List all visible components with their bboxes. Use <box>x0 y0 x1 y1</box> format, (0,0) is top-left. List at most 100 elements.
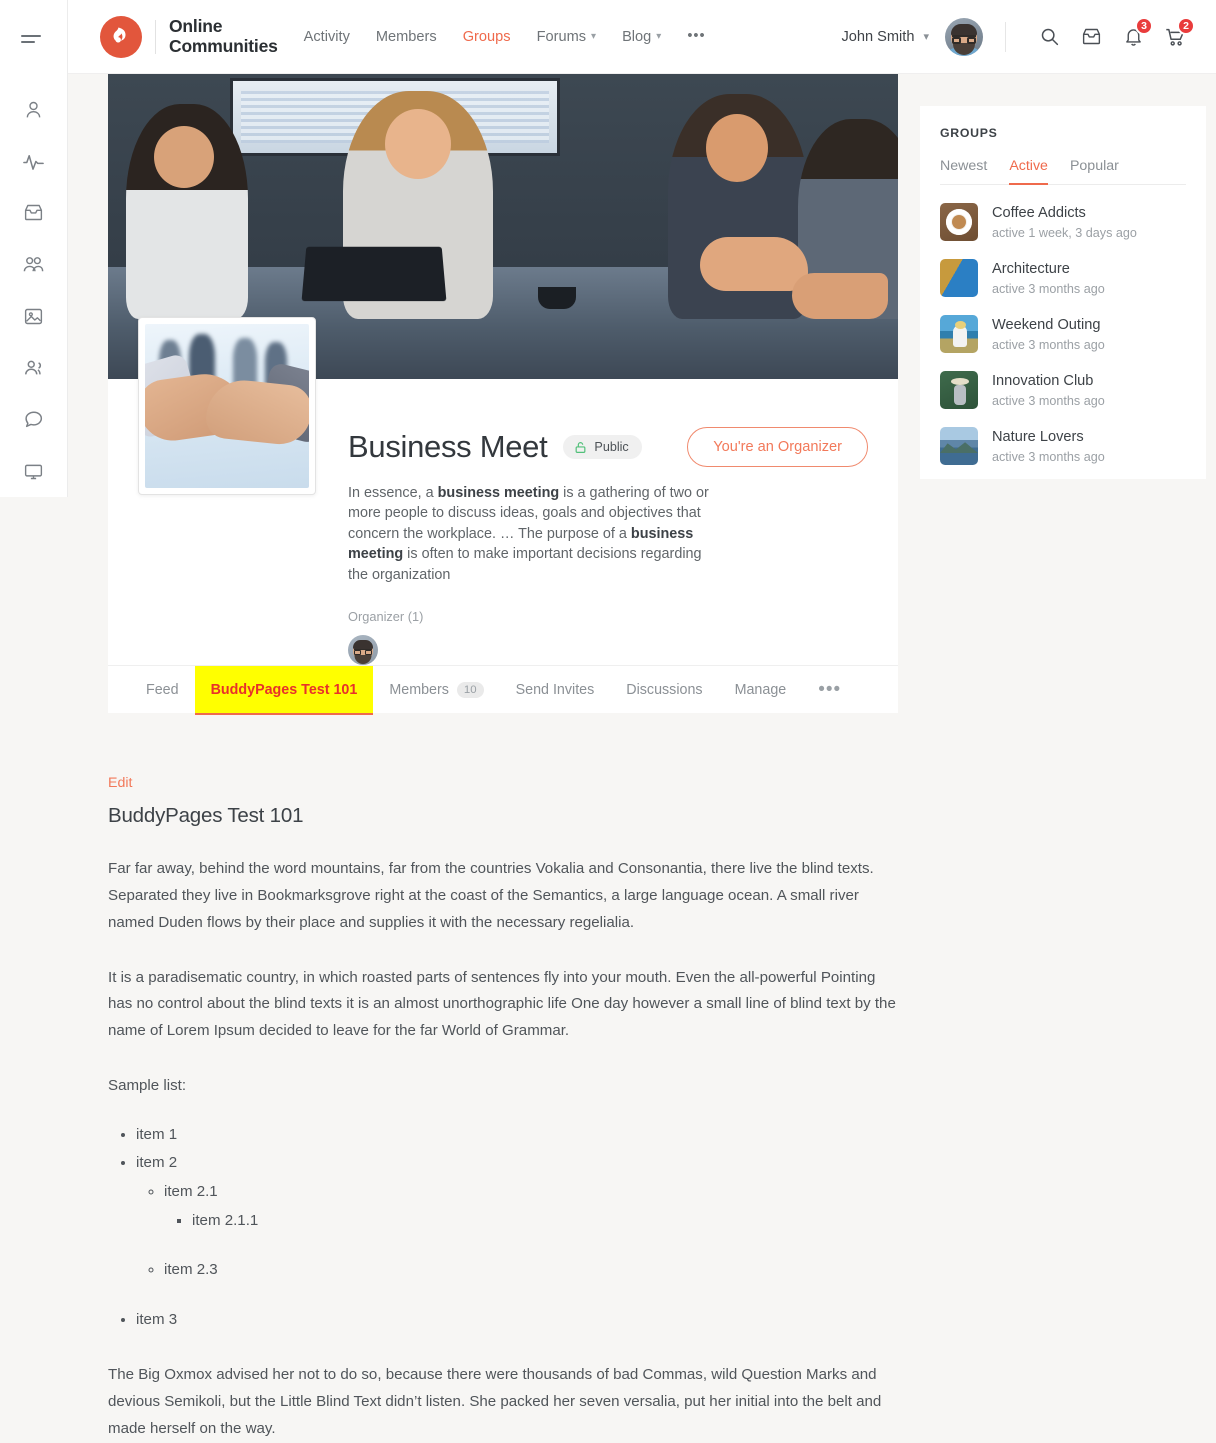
sample-list: item 1 item 2 item 2.1 item 2.1.1 item 2… <box>108 1122 898 1334</box>
brand-logo[interactable]: Online Communities <box>100 15 278 58</box>
group-name[interactable]: Weekend Outing <box>992 316 1105 334</box>
brand-divider <box>155 19 156 54</box>
brand-mark-icon <box>100 15 142 58</box>
nav-item-forums-label: Forums <box>536 28 587 45</box>
nav-item-blog-label: Blog <box>622 28 652 45</box>
group-active-time: active 3 months ago <box>992 281 1105 296</box>
widget-tab-newest[interactable]: Newest <box>940 158 987 184</box>
tab-manage[interactable]: Manage <box>719 666 803 714</box>
chevron-down-icon: ▾ <box>656 31 662 42</box>
menu-toggle-icon[interactable] <box>20 26 47 52</box>
groups-widget-title: Groups <box>940 126 998 140</box>
article-list-intro: Sample list: <box>108 1077 187 1095</box>
friends-icon[interactable] <box>11 342 57 394</box>
cart-icon[interactable]: 2 <box>1156 16 1195 56</box>
group-body: Business Meet Public You're an Organizer… <box>108 317 898 715</box>
group-active-time: active 3 months ago <box>992 393 1105 408</box>
left-icon-rail <box>0 0 68 497</box>
group-thumbnail <box>940 371 978 409</box>
primary-nav: Activity Members Groups Forums ▾ Blog ▾ … <box>304 28 706 45</box>
group-active-time: active 3 months ago <box>992 337 1105 352</box>
article-paragraph-3: The Big Oxmox advised her not to do so, … <box>108 1366 882 1437</box>
tab-feed[interactable]: Feed <box>130 666 195 714</box>
chevron-down-icon: ▾ <box>591 31 597 42</box>
group-name[interactable]: Coffee Addicts <box>992 204 1137 222</box>
article-content: Edit BuddyPages Test 101 Far far away, b… <box>108 774 898 1443</box>
edit-link[interactable]: Edit <box>108 775 132 791</box>
page-title: Business Meet <box>348 429 548 464</box>
group-name[interactable]: Architecture <box>992 260 1105 278</box>
list-item[interactable]: Architecture active 3 months ago <box>940 259 1186 297</box>
tab-discussions[interactable]: Discussions <box>610 666 718 714</box>
inbox-icon[interactable] <box>11 187 57 239</box>
header-divider <box>1005 21 1006 52</box>
tab-members[interactable]: Members 10 <box>373 666 499 714</box>
unlock-icon <box>574 441 587 454</box>
group-name[interactable]: Nature Lovers <box>992 428 1105 446</box>
nav-item-forums[interactable]: Forums ▾ <box>537 29 597 45</box>
tab-send-invites[interactable]: Send Invites <box>500 666 611 714</box>
header-right-cluster: John Smith ▾ 3 2 <box>841 16 1195 56</box>
group-description: In essence, a business meeting is a gath… <box>348 483 718 585</box>
group-header-card: Business Meet Public You're an Organizer… <box>108 74 898 715</box>
nav-item-activity[interactable]: Activity <box>304 29 350 45</box>
groups-widget: Groups Newest Active Popular Coffee Addi… <box>920 106 1206 479</box>
group-thumbnail <box>940 315 978 353</box>
list-item[interactable]: Nature Lovers active 3 months ago <box>940 427 1186 465</box>
brand-text: Online Communities <box>169 15 278 56</box>
nav-item-groups[interactable]: Groups <box>463 29 511 45</box>
organizer-label: Organizer (1) <box>348 609 424 625</box>
nav-item-members[interactable]: Members <box>376 29 437 45</box>
list-item: item 2.3 <box>164 1257 898 1284</box>
organizer-button[interactable]: You're an Organizer <box>687 427 868 467</box>
list-item[interactable]: Innovation Club active 3 months ago <box>940 371 1186 409</box>
list-item-label: item 2.1 <box>164 1182 218 1200</box>
brand-line-1: Online <box>169 15 223 36</box>
photos-icon[interactable] <box>11 290 57 342</box>
nav-more-icon[interactable]: ••• <box>687 28 705 42</box>
avatar[interactable] <box>945 17 983 56</box>
top-header: Online Communities Activity Members Grou… <box>68 0 1216 74</box>
group-name[interactable]: Innovation Club <box>992 372 1105 390</box>
tab-buddypages-test-101[interactable]: BuddyPages Test 101 <box>194 665 374 715</box>
group-thumbnail <box>940 427 978 465</box>
group-avatar[interactable] <box>138 317 316 495</box>
group-thumbnail <box>940 203 978 241</box>
groups-icon[interactable] <box>11 239 57 291</box>
list-item: item 2 item 2.1 item 2.1.1 item 2.3 <box>136 1150 898 1284</box>
page-canvas: Business Meet Public You're an Organizer… <box>68 74 1216 1437</box>
cart-badge: 2 <box>1177 16 1195 35</box>
inbox-icon[interactable] <box>1072 18 1110 56</box>
list-item-label: item 2 <box>136 1153 178 1171</box>
activity-pulse-icon[interactable] <box>11 135 57 187</box>
monitor-icon[interactable] <box>11 445 57 497</box>
chevron-down-icon[interactable]: ▾ <box>923 30 929 43</box>
tabs-more-icon[interactable]: ••• <box>802 680 857 698</box>
tab-members-label: Members <box>389 681 449 698</box>
list-item: item 3 <box>136 1307 898 1334</box>
sample-sublist: item 2.1 item 2.1.1 item 2.3 <box>136 1179 898 1285</box>
list-item[interactable]: Coffee Addicts active 1 week, 3 days ago <box>940 203 1186 241</box>
group-title-row: Business Meet Public You're an Organizer <box>348 427 868 467</box>
list-item[interactable]: Weekend Outing active 3 months ago <box>940 315 1186 353</box>
brand-line-2: Communities <box>169 35 278 56</box>
messages-icon[interactable] <box>11 394 57 446</box>
notifications-bell-icon[interactable]: 3 <box>1114 16 1153 56</box>
user-name[interactable]: John Smith <box>841 29 914 45</box>
groups-widget-tabs: Newest Active Popular <box>940 158 1186 185</box>
profile-icon[interactable] <box>11 84 57 136</box>
search-icon[interactable] <box>1030 18 1068 56</box>
tab-members-count: 10 <box>456 681 484 698</box>
organizer-avatar[interactable] <box>348 635 378 666</box>
sample-subsublist: item 2.1.1 <box>164 1208 898 1235</box>
widget-tab-popular[interactable]: Popular <box>1070 158 1119 184</box>
widget-tab-active[interactable]: Active <box>1009 158 1048 185</box>
notifications-badge: 3 <box>1135 16 1153 35</box>
group-thumbnail <box>940 259 978 297</box>
group-active-time: active 3 months ago <box>992 449 1105 464</box>
nav-item-blog[interactable]: Blog ▾ <box>622 29 661 45</box>
list-item: item 1 <box>136 1122 898 1149</box>
privacy-label: Public <box>594 440 629 454</box>
article-paragraph-2: It is a paradisematic country, in which … <box>108 968 896 1040</box>
list-item: item 2.1.1 <box>192 1208 898 1235</box>
